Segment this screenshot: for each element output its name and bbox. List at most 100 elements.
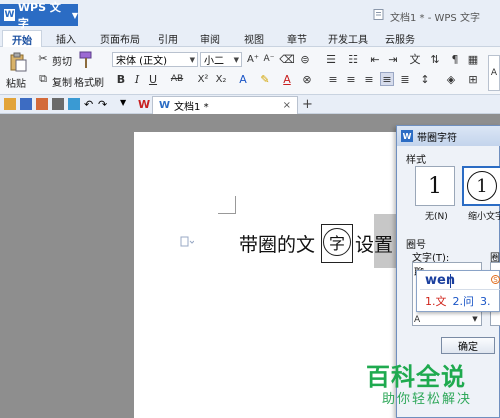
strikethrough-button[interactable]: AB bbox=[168, 72, 186, 86]
wps-menu-label: WPS 文字 bbox=[17, 1, 61, 30]
ime-candidate[interactable]: 1.文 bbox=[425, 295, 447, 308]
ime-candidate[interactable]: 2.问 bbox=[453, 295, 475, 308]
text-effect-icon[interactable]: A bbox=[236, 72, 250, 86]
superscript-button[interactable]: X² bbox=[196, 72, 210, 86]
tab-page-layout[interactable]: 页面布局 bbox=[92, 30, 148, 47]
copy-label[interactable]: 复制 bbox=[52, 74, 72, 89]
bold-button[interactable]: B bbox=[114, 72, 128, 86]
subscript-button[interactable]: X₂ bbox=[214, 72, 228, 86]
copy-icon[interactable]: ⧉ bbox=[36, 72, 50, 86]
increase-indent-icon[interactable]: ⇥ bbox=[386, 52, 400, 66]
document-icon: W bbox=[159, 100, 171, 111]
redo-icon[interactable]: ↷ bbox=[98, 98, 110, 111]
align-left-icon[interactable]: ≡ bbox=[326, 72, 340, 86]
font-size-value: 小二 bbox=[204, 56, 224, 67]
style-group-label: 样式 bbox=[406, 155, 426, 166]
ime-divider bbox=[420, 289, 500, 290]
save-icon[interactable] bbox=[20, 98, 32, 110]
document-page[interactable] bbox=[134, 132, 404, 418]
align-center-icon[interactable]: ≡ bbox=[344, 72, 358, 86]
style-none-glyph: 1 bbox=[428, 173, 442, 199]
chevron-down-icon: ▼ bbox=[233, 56, 239, 64]
tab-cloud[interactable]: 云服务 bbox=[376, 30, 424, 47]
ime-caret bbox=[450, 274, 451, 288]
styles-gallery[interactable]: A bbox=[488, 55, 500, 91]
wps-menu-button[interactable]: W WPS 文字 ▼ bbox=[0, 1, 78, 30]
export-pdf-icon[interactable] bbox=[36, 98, 48, 110]
document-text-after[interactable]: 设置 bbox=[355, 230, 393, 257]
close-tab-icon[interactable]: × bbox=[283, 100, 291, 111]
grow-font-icon[interactable]: A⁺ bbox=[246, 52, 260, 66]
borders-icon[interactable]: ⊞ bbox=[466, 72, 480, 86]
style-shrink-option[interactable]: 1 bbox=[462, 166, 500, 206]
tab-view[interactable]: 视图 bbox=[236, 30, 272, 47]
shading-icon[interactable]: ◈ bbox=[444, 72, 458, 86]
tab-references[interactable]: 引用 bbox=[150, 30, 186, 47]
new-tab-button[interactable]: + bbox=[302, 97, 313, 112]
char-border-icon[interactable]: ⊗ bbox=[300, 72, 314, 86]
ime-candidate[interactable]: 3. bbox=[480, 295, 491, 308]
chevron-down-icon: ▼ bbox=[189, 56, 195, 64]
format-painter-icon[interactable] bbox=[77, 50, 95, 70]
print-icon[interactable] bbox=[52, 98, 64, 110]
scissors-icon[interactable]: ✂ bbox=[36, 51, 50, 65]
font-color-button[interactable]: A bbox=[280, 72, 294, 86]
tab-section[interactable]: 章节 bbox=[279, 30, 315, 47]
document-text-before[interactable]: 带圈的文 bbox=[239, 230, 315, 257]
distributed-icon[interactable]: ≣ bbox=[398, 72, 412, 86]
font-size-select[interactable]: 小二 ▼ bbox=[200, 52, 242, 67]
numbered-list-icon[interactable]: ☷ bbox=[346, 52, 360, 66]
ribbon: 粘贴 ✂ 剪切 ⧉ 复制 格式刷 宋体 (正文) ▼ 小二 ▼ A⁺ A⁻ ⌫ … bbox=[0, 47, 500, 95]
align-right-icon[interactable]: ≡ bbox=[362, 72, 376, 86]
paragraph-layout-icon[interactable] bbox=[180, 236, 194, 248]
show-marks-icon[interactable]: ¶ bbox=[448, 52, 462, 66]
margin-corner-mark bbox=[218, 196, 236, 214]
text-list-item[interactable]: A bbox=[414, 315, 420, 325]
dialog-title-bar[interactable]: W 带圈字符 bbox=[397, 126, 500, 146]
chevron-down-icon: ▼ bbox=[71, 10, 78, 20]
style-shrink-ring: 1 bbox=[467, 171, 497, 201]
phonetic-icon[interactable]: ⊜ bbox=[298, 52, 312, 66]
document-tab[interactable]: W 文档1 * × bbox=[152, 96, 298, 114]
chinese-layout-icon[interactable]: 文 bbox=[408, 52, 422, 66]
cut-label[interactable]: 剪切 bbox=[52, 53, 72, 68]
chevron-down-icon[interactable]: ▼ bbox=[470, 313, 480, 325]
wps-home-icon[interactable]: W bbox=[138, 98, 150, 111]
italic-button[interactable]: I bbox=[130, 72, 144, 86]
format-painter-label[interactable]: 格式刷 bbox=[74, 74, 104, 89]
style-shrink-caption: 缩小文字(S) bbox=[468, 212, 500, 222]
document-tab-label: 文档1 * bbox=[174, 102, 209, 113]
font-name-value: 宋体 (正文) bbox=[116, 56, 167, 67]
highlight-pen-icon[interactable]: ✎ bbox=[258, 72, 272, 86]
line-spacing-icon[interactable]: ↕ bbox=[418, 72, 432, 86]
tab-home[interactable]: 开始 bbox=[2, 30, 42, 47]
customize-toolbar-icon[interactable]: ▼ bbox=[120, 98, 132, 110]
table-border-icon[interactable]: ▦ bbox=[466, 52, 480, 66]
window-title: 文档1 * - WPS 文字 bbox=[390, 13, 480, 24]
open-folder-icon[interactable] bbox=[4, 98, 16, 110]
tab-insert[interactable]: 插入 bbox=[48, 30, 84, 47]
ok-button[interactable]: 确定 bbox=[441, 337, 495, 354]
clear-format-icon[interactable]: ⌫ bbox=[279, 52, 295, 66]
ime-logo-icon[interactable]: S bbox=[491, 275, 500, 284]
style-shrink-glyph: 1 bbox=[476, 175, 488, 197]
paste-icon[interactable] bbox=[8, 52, 28, 72]
underline-button[interactable]: U bbox=[146, 72, 160, 86]
justify-icon[interactable]: ≡ bbox=[380, 72, 394, 86]
document-icon bbox=[373, 9, 384, 20]
style-none-caption: 无(N) bbox=[425, 212, 448, 222]
sort-icon[interactable]: ⇅ bbox=[428, 52, 442, 66]
tab-review[interactable]: 审阅 bbox=[192, 30, 228, 47]
shrink-font-icon[interactable]: A⁻ bbox=[262, 52, 276, 66]
watermark-logo: 百科全说 bbox=[366, 363, 466, 391]
circled-character[interactable]: 字 bbox=[323, 228, 351, 256]
undo-icon[interactable]: ↶ bbox=[84, 98, 96, 111]
preview-icon[interactable] bbox=[68, 98, 80, 110]
decrease-indent-icon[interactable]: ⇤ bbox=[368, 52, 382, 66]
style-none-option[interactable]: 1 bbox=[415, 166, 455, 206]
font-name-select[interactable]: 宋体 (正文) ▼ bbox=[112, 52, 198, 67]
watermark-subtitle: 助你轻松解决 bbox=[382, 392, 473, 407]
bullet-list-icon[interactable]: ☰ bbox=[324, 52, 338, 66]
wps-logo-icon: W bbox=[4, 9, 15, 21]
tab-developer[interactable]: 开发工具 bbox=[320, 30, 376, 47]
